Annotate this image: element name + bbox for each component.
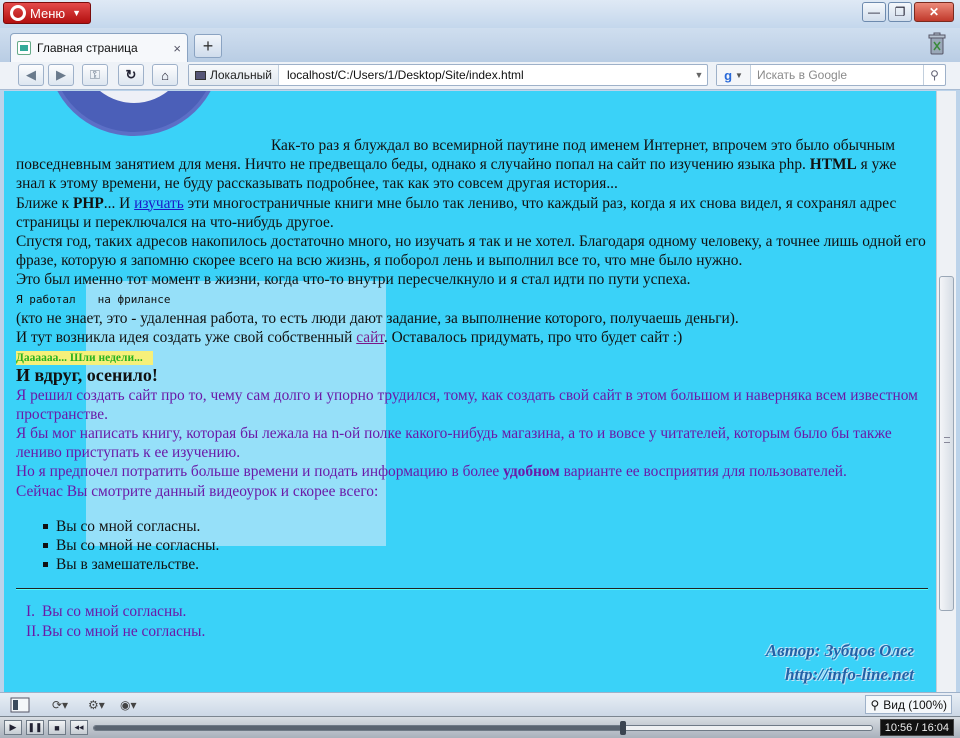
purple3-text-a: Но я предпочел потратить больше времени … <box>16 463 500 481</box>
video-progress-fill <box>94 726 624 730</box>
monitor-icon <box>195 70 206 80</box>
video-player-bar: ▶ ❚❚ ■ ◂◂ 10:56 / 16:04 <box>0 716 960 738</box>
stop-icon[interactable]: ■ <box>48 720 66 735</box>
purple-paragraph-3: Но я предпочел потратить больше времени … <box>16 462 928 481</box>
freelance-text-b: на фрилансе <box>97 292 171 306</box>
freelance-preformatted: Я работал на фрилансе <box>16 290 928 309</box>
list-item-text: Вы со мной согласны. <box>42 603 187 621</box>
search-icon[interactable]: ⚲ <box>923 65 945 85</box>
php-text-b: ... И <box>103 194 131 212</box>
opera-menu-button[interactable]: Меню ▼ <box>3 2 91 24</box>
purple-paragraph-2: Я бы мог написать книгу, которая бы лежа… <box>16 425 892 462</box>
purple3-bold: удобном <box>503 463 560 481</box>
tab-title: Главная страница <box>37 41 138 55</box>
video-progress-knob[interactable] <box>620 721 627 735</box>
menu-label: Меню <box>30 5 66 21</box>
author-watermark: Автор: Зубцов Олег http://info-line.net <box>766 639 914 687</box>
scrollbar-thumb[interactable] <box>939 276 954 611</box>
purple-paragraph-1: Я решил создать сайт про то, чему сам до… <box>16 386 918 423</box>
chevron-down-icon: ▼ <box>72 8 82 18</box>
search-engine-selector[interactable]: g ▼ <box>717 65 751 85</box>
html-bold: HTML <box>809 156 857 174</box>
wand-key-button[interactable]: ⚿ <box>82 64 108 86</box>
video-time: 10:56 / 16:04 <box>879 719 954 736</box>
search-box[interactable]: g ▼ Искать в Google ⚲ <box>716 64 946 86</box>
list-number: II. <box>26 622 41 640</box>
year-paragraph: Спустя год, таких адресов накопилось дос… <box>16 233 926 270</box>
page-viewport: Как-то раз я блуждал во всемирной паутин… <box>4 91 936 692</box>
turbo-icon[interactable]: ⚙▾ <box>88 696 105 714</box>
purple3-text-b: варианте ее восприятия для пользователей… <box>563 463 847 481</box>
link-sait[interactable]: сайт <box>356 329 384 346</box>
close-window-button[interactable]: ✕ <box>914 2 954 22</box>
list-item: Вы в замешательстве. <box>16 555 928 574</box>
magnifier-icon: ⚲ <box>870 697 880 712</box>
success-paragraph: Это был именно тот момент в жизни, когда… <box>16 271 691 289</box>
zoom-control[interactable]: ⚲ Вид (100%) <box>865 695 952 714</box>
play-icon[interactable]: ▶ <box>4 720 22 735</box>
freelance-text-a: Я работал <box>16 292 76 306</box>
idea-text-a: И тут возникла идея создать уже свой соб… <box>16 329 353 347</box>
back-button[interactable]: ◀ <box>18 64 44 86</box>
site-info-label: Локальный <box>210 68 272 82</box>
minimize-button[interactable]: — <box>862 2 886 22</box>
tab-home-page[interactable]: Главная страница × <box>10 33 188 62</box>
site-logo <box>48 91 220 136</box>
vertical-scrollbar[interactable] <box>936 91 956 692</box>
watermark-site: http://info-line.net <box>785 665 914 684</box>
new-tab-button[interactable]: + <box>194 34 222 58</box>
forward-button[interactable]: ▶ <box>48 64 74 86</box>
status-bar: ⟳▾ ⚙▾ ◉▾ ⚲ Вид (100%) <box>0 692 960 716</box>
idea-text-b: . Оставалось придумать, про что будет са… <box>383 329 683 347</box>
close-tab-icon[interactable]: × <box>173 41 181 56</box>
ordered-list: I. Вы со мной согласны. II. Вы со мной н… <box>16 602 928 640</box>
list-item: Вы со мной не согласны. <box>16 536 928 555</box>
opera-logo-icon <box>10 5 26 21</box>
list-number: I. <box>26 603 35 621</box>
rewind-icon[interactable]: ◂◂ <box>70 720 88 735</box>
pause-icon[interactable]: ❚❚ <box>26 720 44 735</box>
sync-icon[interactable]: ⟳▾ <box>52 696 68 714</box>
watermark-author: Автор: Зубцов Олег <box>765 641 914 660</box>
tab-bar: Главная страница × + <box>0 28 960 62</box>
purple-paragraph-4: Сейчас Вы смотрите данный видеоурок и ск… <box>16 482 379 500</box>
list-item: II. Вы со мной не согласны. <box>16 622 928 641</box>
url-input[interactable]: localhost/C:/Users/1/Desktop/Site/index.… <box>279 68 691 82</box>
link-izuchat[interactable]: изучать <box>134 195 184 212</box>
scrollbar-grip-icon <box>944 437 950 443</box>
restore-button[interactable]: ❐ <box>888 2 912 22</box>
chevron-down-icon: ▼ <box>735 70 743 80</box>
panel-toggle-icon[interactable] <box>10 696 30 714</box>
google-icon: g <box>724 67 733 83</box>
title-bar: Меню ▼ — ❐ ✕ <box>0 0 960 28</box>
list-item: I. Вы со мной согласны. <box>16 602 928 621</box>
trash-icon[interactable] <box>928 32 946 56</box>
page-content: Как-то раз я блуждал во всемирной паутин… <box>16 136 928 641</box>
url-history-dropdown-icon[interactable]: ▼ <box>691 70 707 80</box>
php-bold: PHP <box>73 194 104 212</box>
reload-button[interactable]: ↻ <box>118 64 144 86</box>
list-item-text: Вы со мной не согласны. <box>42 622 206 640</box>
site-info-badge[interactable]: Локальный <box>189 65 279 85</box>
search-input[interactable]: Искать в Google <box>751 68 923 82</box>
freelance-explanation: (кто не знает, это - удаленная работа, т… <box>16 309 739 327</box>
page-favicon-icon <box>17 41 31 55</box>
list-item: Вы со мной согласны. <box>16 517 928 536</box>
home-button[interactable]: ⌂ <box>152 64 178 86</box>
highlight-text: Даааааа... Шли недели... <box>16 351 153 366</box>
navigation-bar: ◀ ▶ ⚿ ↻ ⌂ Локальный localhost/C:/Users/1… <box>0 62 960 90</box>
globe-icon[interactable]: ◉▾ <box>120 696 137 714</box>
bullet-list: Вы со мной согласны. Вы со мной не согла… <box>16 517 928 575</box>
horizontal-rule <box>16 588 928 591</box>
php-paragraph: Ближе к PHP... И изучать эти многострани… <box>16 194 928 232</box>
zoom-label: Вид (100%) <box>883 697 947 712</box>
idea-paragraph: И тут возникла идея создать уже свой соб… <box>16 328 928 347</box>
php-text-a: Ближе к <box>16 194 70 212</box>
address-bar[interactable]: Локальный localhost/C:/Users/1/Desktop/S… <box>188 64 708 86</box>
section-heading: И вдруг, осенило! <box>16 365 158 386</box>
intro-text: Как-то раз я блуждал во всемирной паутин… <box>16 137 896 174</box>
video-progress-track[interactable] <box>93 721 873 735</box>
purple-section: Я решил создать сайт про то, чему сам до… <box>16 386 928 501</box>
intro-paragraph: Как-то раз я блуждал во всемирной паутин… <box>16 136 928 194</box>
